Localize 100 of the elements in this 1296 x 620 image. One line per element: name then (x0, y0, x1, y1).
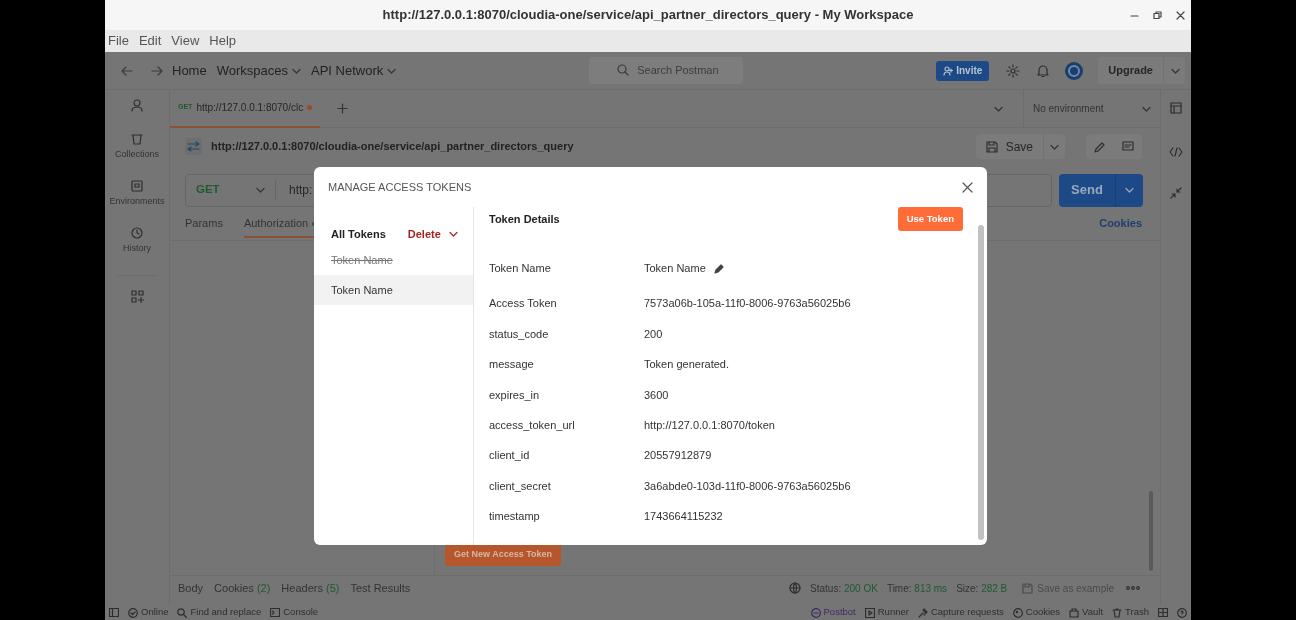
sidebar-item[interactable]: Environments (109, 180, 165, 227)
caret-icon (448, 231, 458, 237)
restore-icon[interactable] (1153, 10, 1162, 20)
field-label: status_code (489, 326, 550, 342)
check-circle-icon (128, 607, 138, 618)
menu-item[interactable]: View (171, 31, 200, 51)
list-title: All Tokens (331, 226, 386, 242)
bell-icon[interactable] (1037, 63, 1050, 78)
caret-icon (292, 67, 301, 74)
response-tab[interactable]: Test Results (350, 579, 411, 597)
vault-icon (1069, 607, 1080, 618)
caret-icon[interactable] (994, 105, 1003, 112)
field-label: client_secret (489, 478, 552, 494)
invite-button[interactable]: Invite (936, 60, 990, 81)
save-icon (1022, 582, 1034, 594)
caret-icon[interactable] (1125, 187, 1134, 193)
capture-icon (917, 607, 928, 618)
comment-icon[interactable] (1122, 140, 1134, 153)
status-item[interactable]: Postbot (810, 605, 856, 620)
status-item[interactable]: Cookies (1012, 605, 1061, 620)
sidebar-item[interactable]: Collections (115, 133, 159, 180)
environment-icon (131, 180, 143, 192)
field-label: client_id (489, 448, 531, 464)
document-icon[interactable] (1170, 102, 1182, 114)
response-tab[interactable]: Headers (5) (281, 579, 340, 597)
field-label: message (489, 357, 535, 373)
section-tab[interactable]: Params (185, 215, 223, 236)
console-icon (270, 608, 281, 617)
caret-icon[interactable] (1171, 67, 1180, 74)
settings-icon[interactable] (1006, 63, 1021, 78)
sidebar-item[interactable]: History (123, 227, 151, 274)
field-label: Token Name (489, 260, 552, 276)
status-item[interactable]: Trash (1112, 605, 1149, 620)
field-value: 3a6abde0-103d-11f0-8006-9763a56025b6 (644, 478, 852, 494)
request-name: http://127.0.0.1:8070/cloudia-one/service/api_partner_directors_query (211, 139, 574, 155)
response-tab[interactable]: Cookies (2) (214, 579, 271, 597)
add-apps-icon[interactable] (130, 290, 144, 303)
avatar-icon[interactable] (1064, 60, 1085, 81)
trash-icon (1112, 607, 1123, 618)
field-value: http://127.0.0.1:8070/token (644, 417, 776, 433)
nav-link[interactable]: Home (172, 60, 207, 81)
add-tab-icon[interactable] (337, 103, 349, 114)
menu-item[interactable]: Help (209, 31, 237, 51)
cookie-icon (1012, 607, 1023, 618)
close-icon[interactable] (962, 181, 973, 193)
code-icon[interactable] (1169, 147, 1183, 157)
field-label: access_token_url (489, 417, 576, 433)
forward-arrow-icon[interactable] (151, 65, 163, 76)
caret-icon (1142, 105, 1151, 112)
environment-select[interactable]: No environment (1023, 89, 1160, 128)
status-item[interactable]: Runner (864, 605, 909, 620)
pencil-icon[interactable] (713, 262, 725, 274)
play-box-icon (864, 607, 875, 618)
token-list-item[interactable]: Token Name (314, 245, 473, 275)
sidebar-toggle-icon[interactable] (109, 608, 119, 617)
caret-icon (256, 187, 265, 193)
bot-icon (810, 607, 821, 618)
search-icon (617, 64, 630, 76)
field-value: 7573a06b-105a-11f0-8006-9763a56025b6 (644, 296, 852, 312)
caret-icon (387, 67, 397, 74)
status-item[interactable]: Console (270, 605, 319, 620)
history-icon (131, 227, 143, 239)
method-select[interactable]: GET (186, 180, 276, 200)
globe-icon[interactable] (789, 582, 802, 594)
response-tab[interactable]: Body (178, 579, 204, 597)
collapse-arrows-icon[interactable] (1170, 187, 1182, 199)
status-item[interactable]: Capture requests (917, 605, 1004, 620)
editable-field-value[interactable]: Token Name (644, 259, 963, 277)
field-value: 200 (644, 326, 664, 342)
field-value: 1743664115232 (644, 509, 724, 525)
status-item[interactable]: Find and replace (177, 605, 262, 620)
response-stat: Size: 282 B (956, 581, 1008, 596)
use-token-button[interactable]: Use Token (897, 207, 963, 231)
layout-icon[interactable] (1158, 608, 1168, 617)
add-person-icon (943, 65, 954, 76)
scrollbar[interactable] (978, 225, 984, 540)
status-item[interactable]: Online (128, 605, 169, 620)
menu-item[interactable]: File (108, 31, 129, 51)
help-icon[interactable] (1177, 607, 1187, 618)
search-field[interactable]: Search Postman (589, 57, 744, 84)
search-icon (177, 607, 188, 618)
dialog-title: MANAGE ACCESS TOKENS (328, 179, 472, 195)
field-label: Access Token (489, 296, 558, 312)
token-list-item[interactable]: Token Name (314, 275, 473, 305)
status-item[interactable]: Vault (1069, 605, 1104, 620)
person-icon[interactable] (131, 99, 143, 112)
cookies-link[interactable]: Cookies (1099, 215, 1142, 232)
more-icon[interactable] (1126, 586, 1140, 590)
delete-dropdown[interactable]: Delete (407, 225, 458, 243)
back-arrow-icon[interactable] (121, 65, 133, 76)
close-icon[interactable] (1176, 10, 1185, 20)
menu-item[interactable]: Edit (138, 31, 162, 51)
nav-link[interactable]: API Network (311, 60, 397, 81)
nav-link[interactable]: Workspaces (216, 60, 301, 81)
get-token-button[interactable]: Get New Access Token (445, 543, 562, 566)
response-stat: Time: 813 ms (886, 581, 948, 596)
url-text: http: (289, 182, 313, 199)
caret-icon[interactable] (1050, 143, 1059, 150)
field-label: expires_in (489, 387, 541, 403)
field-value: 20557912879 (644, 448, 713, 464)
